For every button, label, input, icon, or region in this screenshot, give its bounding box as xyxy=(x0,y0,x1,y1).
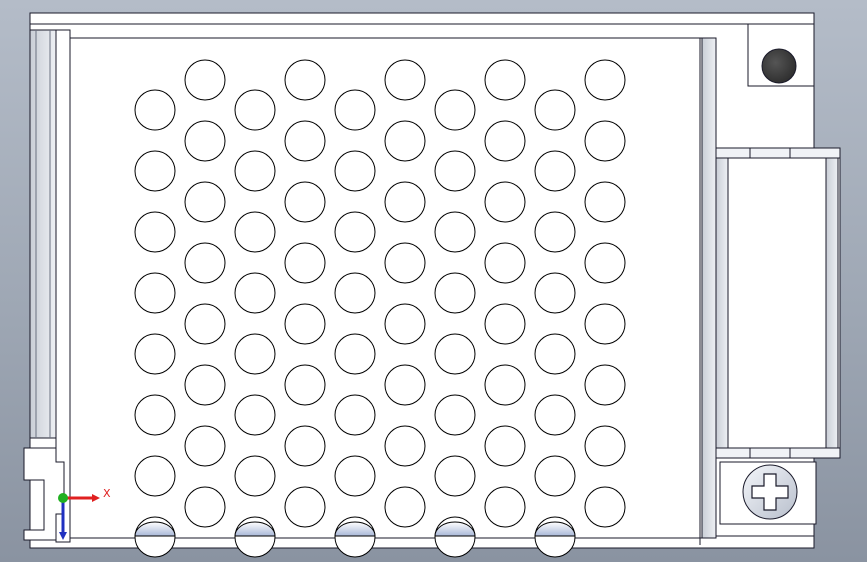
vent-hole xyxy=(384,181,426,223)
vent-hole xyxy=(134,394,176,436)
vent-hole xyxy=(234,89,276,131)
perforated-panel xyxy=(69,37,717,558)
vent-hole xyxy=(134,333,176,375)
vent-hole xyxy=(534,333,576,375)
vent-hole xyxy=(334,89,376,131)
vent-hole xyxy=(234,150,276,192)
vent-hole xyxy=(584,120,626,162)
vent-hole xyxy=(584,303,626,345)
vent-hole xyxy=(134,272,176,314)
vent-hole xyxy=(184,364,226,406)
vent-hole xyxy=(334,150,376,192)
vent-hole xyxy=(184,425,226,467)
vent-hole xyxy=(184,486,226,528)
vent-hole xyxy=(284,486,326,528)
vent-hole xyxy=(484,425,526,467)
vent-hole xyxy=(384,425,426,467)
vent-hole xyxy=(484,59,526,101)
vent-hole xyxy=(284,425,326,467)
vent-hole xyxy=(184,120,226,162)
vent-hole xyxy=(534,394,576,436)
nut-hole xyxy=(761,48,797,84)
vent-hole xyxy=(284,364,326,406)
vent-hole xyxy=(334,211,376,253)
vent-hole xyxy=(534,272,576,314)
vent-hole xyxy=(384,59,426,101)
vent-hole xyxy=(334,272,376,314)
graphics-viewport[interactable]: X xyxy=(0,0,867,562)
vent-hole xyxy=(134,211,176,253)
vent-hole xyxy=(134,150,176,192)
vent-hole xyxy=(484,486,526,528)
vent-hole xyxy=(384,486,426,528)
vent-hole xyxy=(234,272,276,314)
vent-hole xyxy=(284,181,326,223)
vent-hole xyxy=(184,59,226,101)
vent-hole xyxy=(484,303,526,345)
vent-hole xyxy=(434,272,476,314)
vent-hole xyxy=(484,242,526,284)
vent-hole xyxy=(284,59,326,101)
vent-hole xyxy=(434,333,476,375)
vent-hole xyxy=(384,242,426,284)
vent-hole xyxy=(434,89,476,131)
vent-hole xyxy=(334,394,376,436)
vent-hole xyxy=(384,364,426,406)
vent-hole xyxy=(284,303,326,345)
vent-hole xyxy=(284,242,326,284)
vent-hole xyxy=(584,425,626,467)
vent-hole xyxy=(434,150,476,192)
vent-hole xyxy=(184,181,226,223)
vent-hole xyxy=(334,333,376,375)
vent-hole xyxy=(234,333,276,375)
vent-hole xyxy=(284,120,326,162)
vent-hole xyxy=(484,364,526,406)
vent-hole xyxy=(534,89,576,131)
screw-head xyxy=(742,464,798,520)
vent-hole xyxy=(234,394,276,436)
vent-hole xyxy=(584,59,626,101)
vent-hole xyxy=(584,486,626,528)
vent-hole xyxy=(184,303,226,345)
vent-hole xyxy=(184,242,226,284)
vent-hole xyxy=(384,303,426,345)
left-side-rail xyxy=(23,29,71,543)
vent-hole xyxy=(484,120,526,162)
vent-hole xyxy=(234,455,276,497)
vent-hole xyxy=(434,394,476,436)
vent-hole xyxy=(134,455,176,497)
vent-hole xyxy=(484,181,526,223)
vent-hole xyxy=(584,242,626,284)
vent-hole xyxy=(584,181,626,223)
vent-hole xyxy=(384,120,426,162)
vent-hole xyxy=(134,89,176,131)
vent-hole xyxy=(434,211,476,253)
vent-hole xyxy=(534,150,576,192)
vent-hole xyxy=(534,211,576,253)
vent-hole xyxy=(584,364,626,406)
vent-hole xyxy=(334,455,376,497)
vent-hole xyxy=(434,455,476,497)
vent-hole xyxy=(534,455,576,497)
model-view[interactable]: X xyxy=(0,0,867,562)
vent-hole xyxy=(234,211,276,253)
x-axis-label: X xyxy=(103,487,111,500)
